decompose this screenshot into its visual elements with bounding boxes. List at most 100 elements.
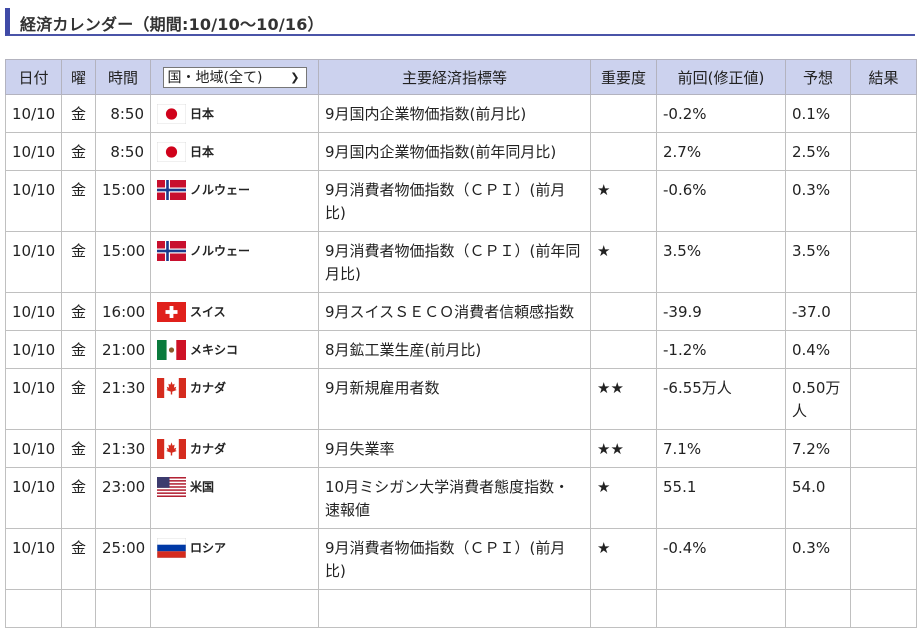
cell-result [850, 429, 917, 468]
cell-importance: ★★ [590, 429, 657, 468]
cell-time: 25:00 [95, 528, 151, 590]
mx-flag-icon [157, 339, 186, 360]
cell-time: 8:50 [95, 132, 151, 171]
cell-dow: 金 [61, 467, 96, 529]
country-name: スイス [190, 305, 226, 319]
table-row: 10/10 金 21:00 メキシコ 8月鉱工業生産(前月比) -1.2% 0.4% [5, 330, 917, 369]
cell-country: ノルウェー [150, 231, 319, 293]
calendar-body: 10/10 金 8:50 日本 9月国内企業物価指数(前月比) -0.2% 0.1% 10/1… [5, 94, 917, 628]
cell-indicator: 9月国内企業物価指数(前月比) [318, 94, 591, 133]
cell-importance: ★ [590, 528, 657, 590]
cell-previous: -0.2% [656, 94, 786, 133]
cell-importance [590, 330, 657, 369]
cell-time: 21:30 [95, 368, 151, 430]
cell-importance: ★★ [590, 368, 657, 430]
cell-previous: 55.1 [656, 467, 786, 529]
cell-time: 21:30 [95, 429, 151, 468]
table-row: 10/10 金 21:30 カナダ 9月失業率 ★★ 7.1% 7.2% [5, 429, 917, 468]
cell-importance [590, 132, 657, 171]
cell-country: メキシコ [150, 330, 319, 369]
country-name: ロシア [190, 541, 227, 555]
no-flag-icon [157, 240, 186, 261]
cell-date: 10/10 [5, 231, 62, 293]
empty-cell [850, 589, 917, 628]
cell-result [850, 94, 917, 133]
cell-forecast: 0.1% [785, 94, 851, 133]
cell-country: 日本 [150, 132, 319, 171]
cell-previous: 3.5% [656, 231, 786, 293]
calendar-title-bar: 経済カレンダー（期間:10/10～10/16） [5, 8, 915, 36]
us-flag-icon [157, 476, 186, 497]
empty-cell [785, 589, 851, 628]
country-name: 日本 [190, 145, 215, 159]
cell-forecast: -37.0 [785, 292, 851, 331]
cell-result [850, 330, 917, 369]
header-time: 時間 [95, 59, 151, 95]
header-forecast: 予想 [785, 59, 851, 95]
cell-importance [590, 94, 657, 133]
cell-time: 15:00 [95, 231, 151, 293]
cell-date: 10/10 [5, 94, 62, 133]
cell-dow: 金 [61, 94, 96, 133]
cell-dow: 金 [61, 528, 96, 590]
cell-forecast: 0.50万人 [785, 368, 851, 430]
cell-indicator: 8月鉱工業生産(前月比) [318, 330, 591, 369]
cell-previous: -0.6% [656, 170, 786, 232]
empty-cell [318, 589, 591, 628]
empty-cell [150, 589, 319, 628]
cell-dow: 金 [61, 132, 96, 171]
cell-dow: 金 [61, 292, 96, 331]
cell-result [850, 170, 917, 232]
cell-result [850, 292, 917, 331]
country-name: ノルウェー [190, 244, 251, 258]
ca-flag-icon [157, 377, 186, 398]
table-row: 10/10 金 15:00 ノルウェー 9月消費者物価指数（ＣＰＩ）(前月比) ★ -0.6… [5, 170, 917, 232]
header-country: 国・地域(全て) ❯ [150, 59, 319, 95]
cell-previous: -1.2% [656, 330, 786, 369]
country-name: 米国 [190, 480, 215, 494]
header-importance: 重要度 [590, 59, 657, 95]
cell-forecast: 3.5% [785, 231, 851, 293]
country-name: メキシコ [190, 343, 239, 357]
cell-indicator: 9月新規雇用者数 [318, 368, 591, 430]
cell-date: 10/10 [5, 467, 62, 529]
country-name: ノルウェー [190, 183, 251, 197]
cell-previous: 2.7% [656, 132, 786, 171]
table-row: 10/10 金 21:30 カナダ 9月新規雇用者数 ★★ -6.55万人 0.50万人 [5, 368, 917, 430]
cell-previous: -0.4% [656, 528, 786, 590]
cell-indicator: 9月消費者物価指数（ＣＰＩ）(前月比) [318, 170, 591, 232]
cell-indicator: 9月失業率 [318, 429, 591, 468]
cell-indicator: 9月消費者物価指数（ＣＰＩ）(前月比) [318, 528, 591, 590]
cell-previous: -6.55万人 [656, 368, 786, 430]
empty-cell [61, 589, 96, 628]
cell-forecast: 0.3% [785, 170, 851, 232]
cell-dow: 金 [61, 170, 96, 232]
cell-forecast: 0.4% [785, 330, 851, 369]
cell-result [850, 231, 917, 293]
page-title: 経済カレンダー（期間:10/10～10/16） [20, 15, 324, 34]
cell-time: 8:50 [95, 94, 151, 133]
ca-flag-icon [157, 438, 186, 459]
cell-country: 米国 [150, 467, 319, 529]
cell-date: 10/10 [5, 368, 62, 430]
table-header-row: 日付 曜 時間 国・地域(全て) ❯ 主要経済指標等 重要度 前回(修正値) 予… [5, 59, 917, 95]
header-date: 日付 [5, 59, 62, 95]
no-flag-icon [157, 179, 186, 200]
cell-result [850, 132, 917, 171]
cell-time: 15:00 [95, 170, 151, 232]
cell-date: 10/10 [5, 528, 62, 590]
empty-cell [5, 589, 62, 628]
cell-dow: 金 [61, 368, 96, 430]
cell-forecast: 7.2% [785, 429, 851, 468]
cell-date: 10/10 [5, 292, 62, 331]
cell-country: カナダ [150, 368, 319, 430]
cell-indicator: 9月スイスＳＥＣＯ消費者信頼感指数 [318, 292, 591, 331]
economic-calendar-table: 日付 曜 時間 国・地域(全て) ❯ 主要経済指標等 重要度 前回(修正値) 予… [5, 59, 917, 628]
cell-importance: ★ [590, 170, 657, 232]
header-previous: 前回(修正値) [656, 59, 786, 95]
cell-result [850, 368, 917, 430]
country-name: カナダ [190, 442, 227, 456]
cell-result [850, 467, 917, 529]
country-filter-select[interactable]: 国・地域(全て) ❯ [162, 66, 307, 88]
table-row: 10/10 金 8:50 日本 9月国内企業物価指数(前年同月比) 2.7% 2.5% [5, 132, 917, 171]
